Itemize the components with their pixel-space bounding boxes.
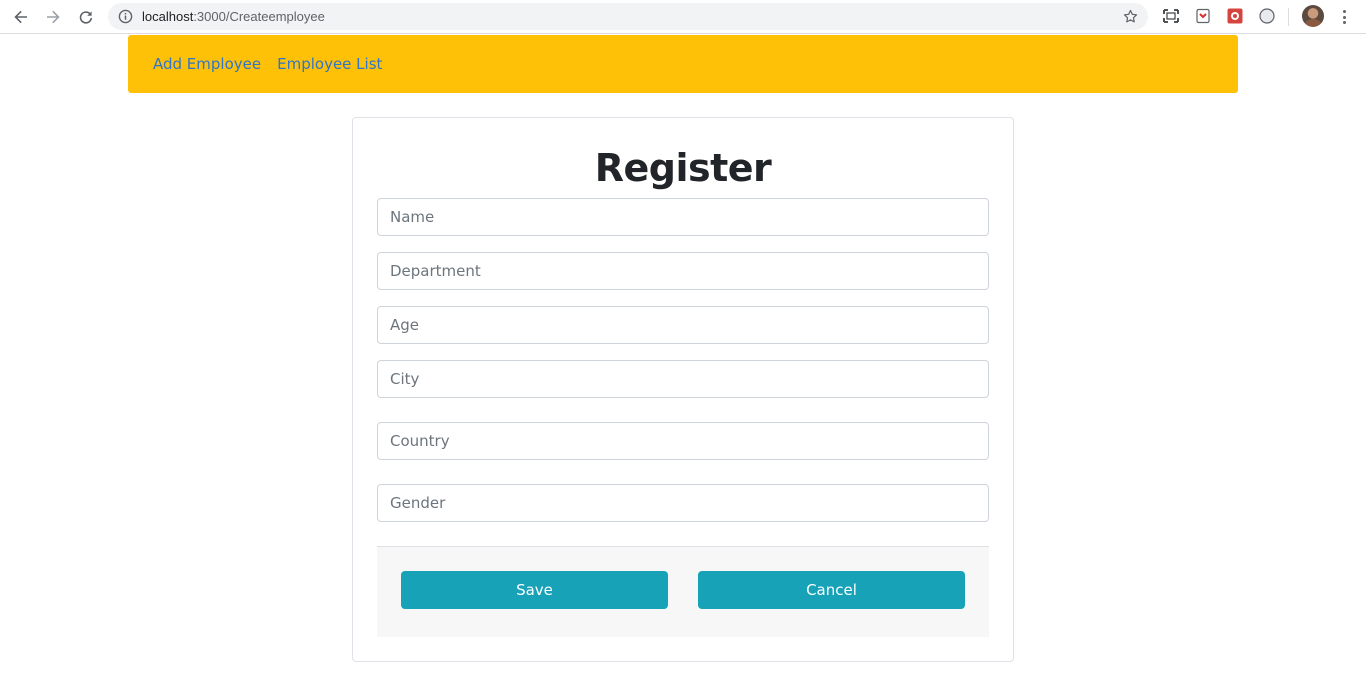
menu-icon[interactable]: [1336, 6, 1352, 28]
pocket-icon[interactable]: [1194, 7, 1212, 25]
gender-input[interactable]: [377, 484, 989, 522]
url-host: localhost: [142, 9, 194, 24]
age-input[interactable]: [377, 306, 989, 344]
name-input[interactable]: [377, 198, 989, 236]
site-info-icon[interactable]: [118, 9, 133, 24]
address-bar[interactable]: localhost:3000/Createemployee: [108, 3, 1148, 30]
extension-icon[interactable]: [1226, 7, 1244, 25]
city-input[interactable]: [377, 360, 989, 398]
save-button[interactable]: Save: [401, 571, 668, 609]
toolbar-divider: [1288, 8, 1289, 26]
page-title: Register: [594, 146, 772, 190]
forward-arrow-icon[interactable]: [41, 5, 65, 29]
profile-avatar[interactable]: [1302, 5, 1324, 27]
form-footer: Save Cancel: [377, 546, 989, 637]
bookmark-star-icon[interactable]: [1122, 8, 1139, 25]
register-card: Register Save Cancel: [352, 117, 1014, 662]
url-text: localhost:3000/Createemployee: [142, 9, 325, 24]
nav-link-add-employee[interactable]: Add Employee: [153, 55, 261, 73]
back-arrow-icon[interactable]: [9, 5, 33, 29]
screencast-icon[interactable]: [1162, 7, 1180, 25]
url-path: :3000/Createemployee: [193, 9, 325, 24]
top-navbar: Add Employee Employee List: [128, 35, 1238, 93]
reload-icon[interactable]: [74, 5, 98, 29]
dark-mode-icon[interactable]: [1258, 7, 1276, 25]
browser-toolbar: localhost:3000/Createemployee: [0, 0, 1366, 34]
department-input[interactable]: [377, 252, 989, 290]
cancel-button[interactable]: Cancel: [698, 571, 965, 609]
country-input[interactable]: [377, 422, 989, 460]
nav-link-employee-list[interactable]: Employee List: [277, 55, 382, 73]
